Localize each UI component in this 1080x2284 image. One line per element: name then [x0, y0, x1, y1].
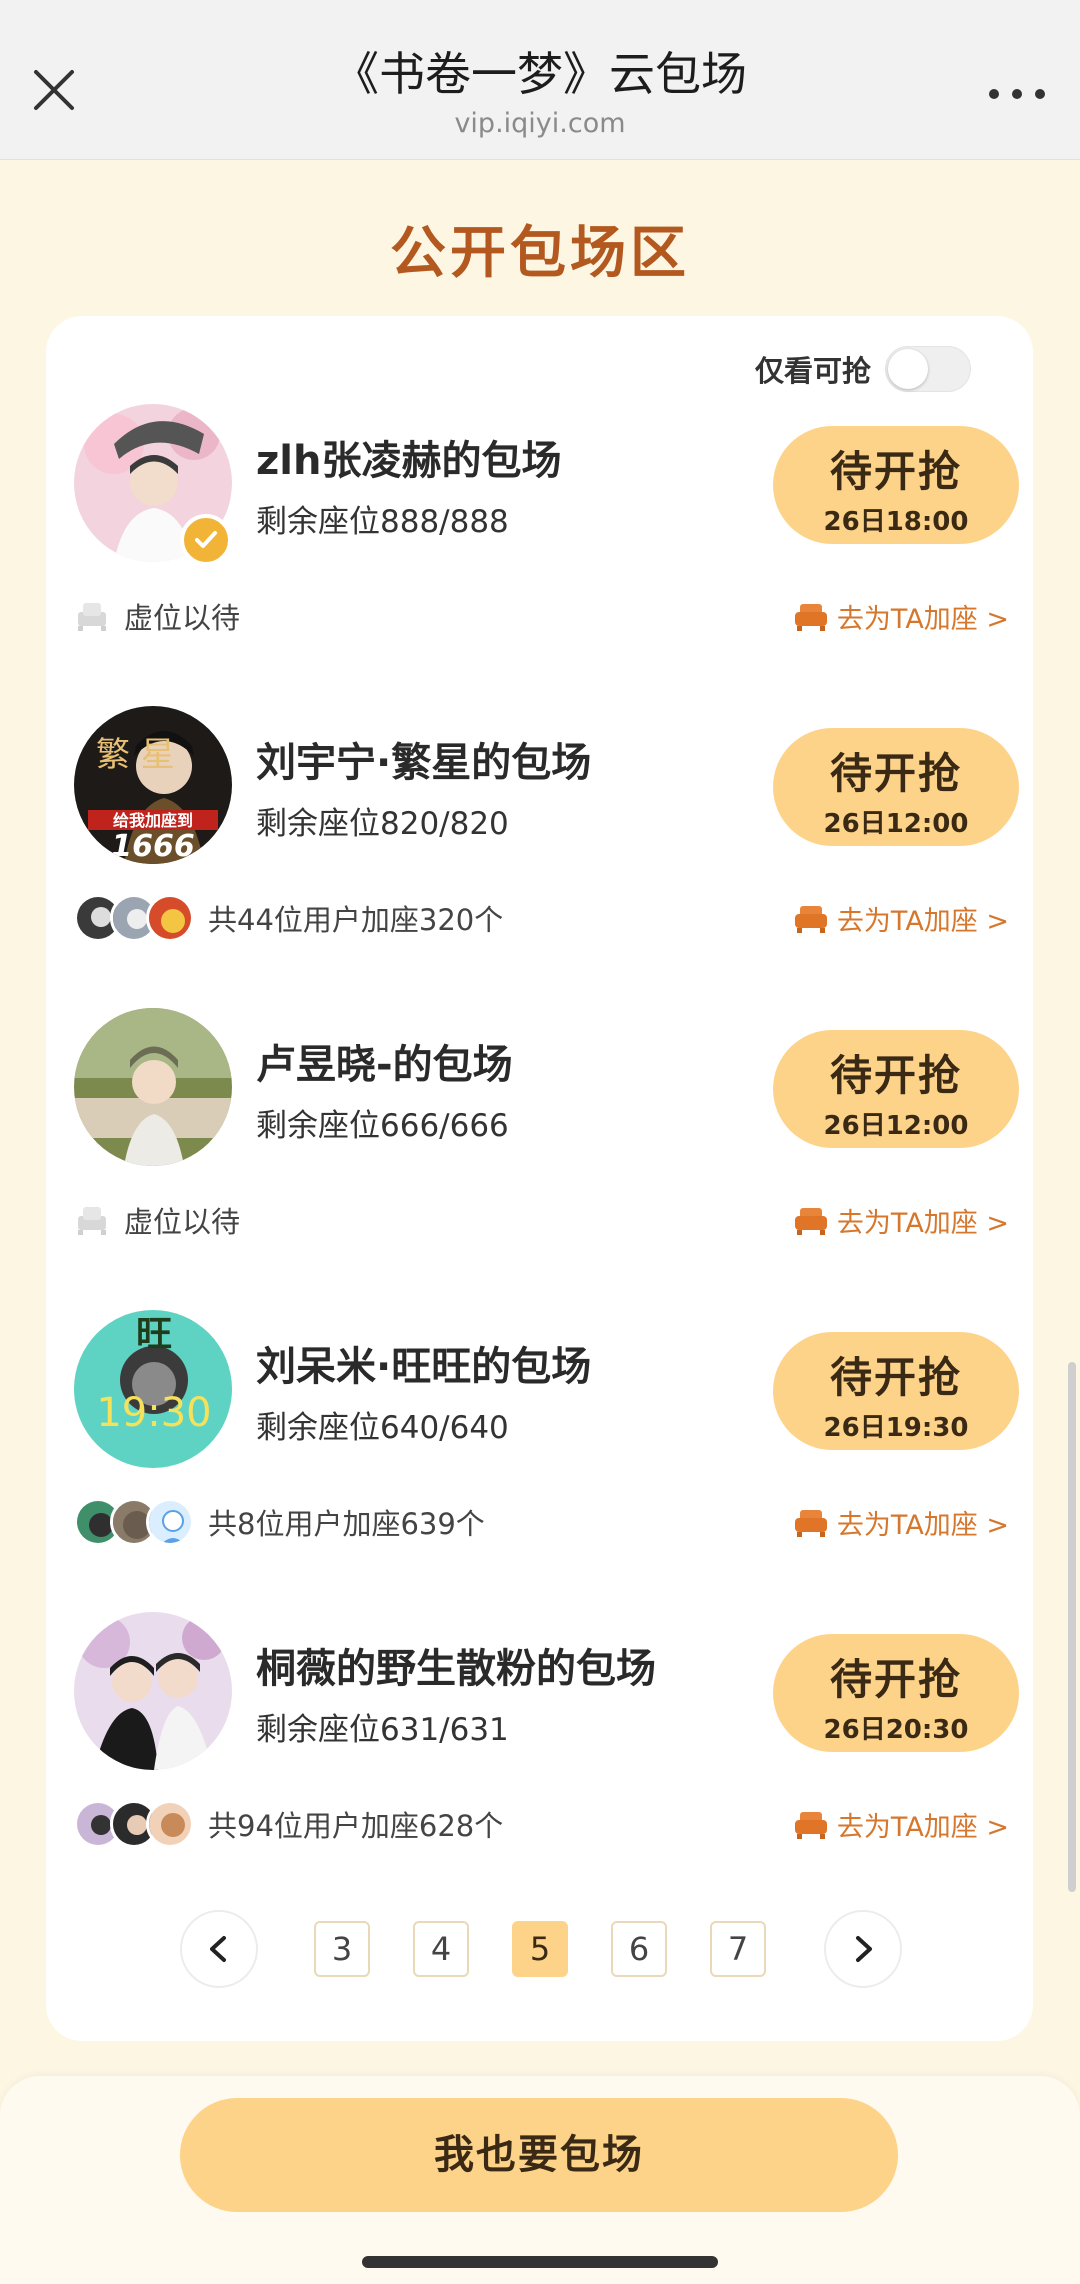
empty-seat-icon [74, 1202, 110, 1238]
add-seat-label: 去为TA加座 > [836, 603, 1009, 635]
entry-footer: 共94位用户加座628个 [74, 1800, 503, 1848]
filter-available-only: 仅看可抢 [755, 346, 971, 392]
add-seat-link[interactable]: 去为TA加座 > [793, 1498, 1009, 1546]
entry-footer: 共44位用户加座320个 [74, 894, 503, 942]
footer-text: 虚位以待 [124, 1205, 241, 1239]
sofa-icon [793, 900, 829, 936]
sofa-icon [793, 1504, 829, 1540]
avatar[interactable] [74, 1612, 232, 1770]
next-page-icon[interactable] [824, 1910, 902, 1988]
grab-time: 26日12:00 [823, 809, 969, 839]
add-seat-link[interactable]: 去为TA加座 > [793, 1196, 1009, 1244]
grab-time: 26日20:30 [823, 1715, 969, 1745]
toggle-knob [888, 349, 928, 389]
filter-toggle[interactable] [885, 346, 971, 392]
add-seat-label: 去为TA加座 > [836, 1509, 1009, 1541]
screening-entry: 繁 星 给我加座到 1666 刘宇宁·繁星的包场 剩余座位820/820 待开抢… [46, 706, 1033, 1006]
screening-entry: 卢昱晓-的包场 剩余座位666/666 待开抢 26日12:00 虚位以待 去为… [46, 1008, 1033, 1308]
filter-label: 仅看可抢 [754, 354, 871, 388]
grab-status: 待开抢 [829, 447, 962, 496]
page-7[interactable]: 7 [710, 1921, 766, 1977]
screening-list-card: 仅看可抢 zlh张凌赫的包场 剩余座位888/888 待开抢 26日18:00 [46, 316, 1033, 2041]
scrollbar[interactable] [1068, 1362, 1076, 1892]
avatar-text-sub: 给我加座到 [113, 811, 193, 830]
footer-text: 共8位用户加座639个 [208, 1507, 485, 1541]
screening-entry: 旺 19:30 刘呆米·旺旺的包场 剩余座位640/640 待开抢 26日19:… [46, 1310, 1033, 1610]
entry-seats: 剩余座位666/666 [256, 1108, 509, 1144]
entry-name: 桐薇的野生散粉的包场 [256, 1646, 656, 1692]
create-screening-button[interactable]: 我也要包场 [180, 2098, 898, 2212]
empty-seat-icon [74, 598, 110, 634]
entry-name: 刘宇宁·繁星的包场 [256, 740, 592, 786]
supporter-avatar [146, 1498, 194, 1546]
entry-seats: 剩余座位820/820 [256, 806, 509, 842]
avatar[interactable]: 旺 19:30 [74, 1310, 232, 1468]
supporter-avatars [74, 894, 194, 942]
entry-footer: 虚位以待 [74, 592, 240, 640]
entry-footer: 虚位以待 [74, 1196, 240, 1244]
entry-name: 卢昱晓-的包场 [256, 1042, 513, 1088]
more-icon[interactable] [982, 70, 1052, 118]
grab-time: 26日12:00 [823, 1111, 969, 1141]
page-url: vip.iqiyi.com [454, 108, 626, 139]
page-4[interactable]: 4 [413, 1921, 469, 1977]
verified-icon [180, 514, 232, 566]
footer-text: 共44位用户加座320个 [208, 903, 504, 937]
grab-button[interactable]: 待开抢 26日12:00 [773, 728, 1019, 846]
avatar-text-top: 繁 星 [96, 735, 175, 775]
footer-text: 虚位以待 [124, 601, 241, 635]
avatar-text-top: 旺 [136, 1314, 172, 1355]
grab-status: 待开抢 [829, 1353, 962, 1402]
grab-status: 待开抢 [829, 1655, 962, 1704]
bottom-action-bar: 我也要包场 [0, 2076, 1080, 2284]
entry-seats: 剩余座位631/631 [256, 1712, 509, 1748]
avatar-text-num: 1666 [111, 829, 195, 864]
page-3[interactable]: 3 [314, 1921, 370, 1977]
grab-button[interactable]: 待开抢 26日18:00 [773, 426, 1019, 544]
prev-page-icon[interactable] [180, 1910, 258, 1988]
sofa-icon [793, 1202, 829, 1238]
screening-entry: zlh张凌赫的包场 剩余座位888/888 待开抢 26日18:00 虚位以待 … [46, 404, 1033, 704]
avatar[interactable] [74, 1008, 232, 1166]
screening-entry: 桐薇的野生散粉的包场 剩余座位631/631 待开抢 26日20:30 共94位… [46, 1612, 1033, 1912]
add-seat-label: 去为TA加座 > [836, 1811, 1009, 1843]
supporter-avatars [74, 1498, 194, 1546]
add-seat-link[interactable]: 去为TA加座 > [793, 1800, 1009, 1848]
add-seat-label: 去为TA加座 > [836, 905, 1009, 937]
entry-name: zlh张凌赫的包场 [256, 438, 562, 484]
supporter-avatar [146, 894, 194, 942]
sofa-icon [793, 598, 829, 634]
grab-button[interactable]: 待开抢 26日20:30 [773, 1634, 1019, 1752]
entry-footer: 共8位用户加座639个 [74, 1498, 485, 1546]
page-5-current[interactable]: 5 [512, 1921, 568, 1977]
avatar[interactable]: 繁 星 给我加座到 1666 [74, 706, 232, 864]
grab-status: 待开抢 [829, 749, 962, 798]
pagination: 3 4 5 6 7 [46, 1910, 1033, 1988]
page-title: 《书卷一梦》云包场 [333, 47, 747, 101]
entry-seats: 剩余座位888/888 [256, 504, 509, 540]
supporter-avatars [74, 1800, 194, 1848]
grab-time: 26日18:00 [823, 507, 969, 537]
avatar-text-num: 19:30 [96, 1390, 211, 1436]
page-6[interactable]: 6 [611, 1921, 667, 1977]
add-seat-label: 去为TA加座 > [836, 1207, 1009, 1239]
add-seat-link[interactable]: 去为TA加座 > [793, 894, 1009, 942]
sofa-icon [793, 1806, 829, 1842]
section-title: 公开包场区 [390, 221, 690, 286]
home-indicator [362, 2256, 718, 2268]
grab-status: 待开抢 [829, 1051, 962, 1100]
browser-nav-bar: 《书卷一梦》云包场 vip.iqiyi.com [0, 0, 1080, 160]
add-seat-link[interactable]: 去为TA加座 > [793, 592, 1009, 640]
footer-text: 共94位用户加座628个 [208, 1809, 504, 1843]
grab-time: 26日19:30 [823, 1413, 969, 1443]
supporter-avatar [146, 1800, 194, 1848]
grab-button[interactable]: 待开抢 26日12:00 [773, 1030, 1019, 1148]
entry-seats: 剩余座位640/640 [256, 1410, 509, 1446]
grab-button[interactable]: 待开抢 26日19:30 [773, 1332, 1019, 1450]
entry-name: 刘呆米·旺旺的包场 [256, 1344, 592, 1390]
